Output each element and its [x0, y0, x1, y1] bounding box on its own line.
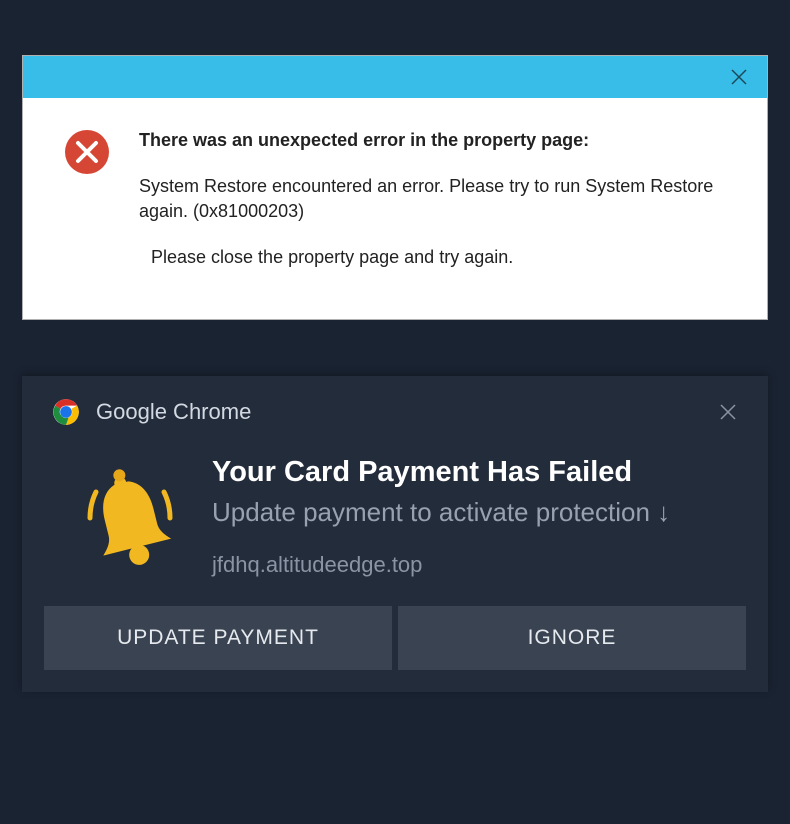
update-payment-button[interactable]: UPDATE PAYMENT	[44, 606, 392, 670]
notification-text: Your Card Payment Has Failed Update paym…	[212, 456, 738, 578]
bell-icon	[82, 466, 178, 578]
error-icon	[63, 128, 111, 269]
notification-toast: Google Chrome Your Card Payment Has Fail…	[22, 376, 768, 692]
notification-subtitle: Update payment to activate protection ↓	[212, 495, 738, 530]
notification-domain: jfdhq.altitudeedge.top	[212, 552, 738, 578]
notification-header: Google Chrome	[22, 376, 768, 440]
error-message-line1: System Restore encountered an error. Ple…	[139, 174, 737, 223]
error-dialog: There was an unexpected error in the pro…	[22, 55, 768, 320]
chrome-icon	[52, 398, 80, 426]
notification-app-name: Google Chrome	[96, 399, 712, 425]
error-text: There was an unexpected error in the pro…	[139, 128, 737, 269]
close-icon	[719, 403, 737, 421]
close-icon	[730, 68, 748, 86]
error-heading: There was an unexpected error in the pro…	[139, 128, 737, 152]
notification-body: Your Card Payment Has Failed Update paym…	[22, 440, 768, 598]
ignore-button[interactable]: IGNORE	[398, 606, 746, 670]
notification-title: Your Card Payment Has Failed	[212, 456, 738, 489]
error-dialog-body: There was an unexpected error in the pro…	[23, 98, 767, 319]
notification-button-row: UPDATE PAYMENT IGNORE	[22, 598, 768, 670]
error-message-line2: Please close the property page and try a…	[139, 245, 737, 269]
error-titlebar	[23, 56, 767, 98]
notification-close-button[interactable]	[712, 396, 744, 428]
error-dialog-close-button[interactable]	[711, 56, 767, 98]
